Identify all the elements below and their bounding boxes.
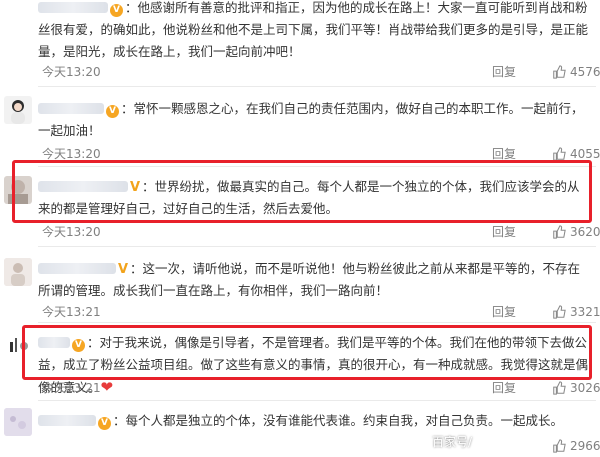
reply-button[interactable]: 回复	[492, 224, 516, 240]
comment-text: 常怀一颗感恩之心，在我们自己的责任范围内，做好自己的本职工作。一起前行，一起加油…	[38, 101, 584, 138]
like-count: 3026	[570, 381, 600, 395]
divider	[38, 246, 596, 247]
comment-time: 今天13:20	[42, 65, 101, 79]
comment-time: 今天13:21	[42, 381, 101, 395]
divider	[38, 322, 596, 323]
reply-button[interactable]: 回复	[492, 304, 516, 320]
verified-badge-icon: V	[110, 4, 123, 17]
comment-item: V ：他感谢所有善意的批评和指正，因为他的成长在路上！大家一直可能听到肖战和粉丝很…	[0, 0, 600, 88]
avatar[interactable]	[4, 408, 32, 436]
avatar[interactable]	[4, 258, 32, 286]
username[interactable]	[38, 263, 116, 274]
comment-body: V ：常怀一颗感恩之心，在我们自己的责任范围内，做好自己的本职工作。一起前行，一起…	[38, 101, 584, 138]
like-button[interactable]: 3620	[552, 224, 600, 240]
thumbs-up-icon	[553, 225, 566, 239]
reply-button[interactable]: 回复	[492, 380, 516, 396]
thumbs-up-icon	[553, 65, 566, 79]
thumbs-up-icon	[553, 381, 566, 395]
thumbs-up-icon	[553, 439, 566, 453]
like-count: 2966	[570, 439, 600, 453]
username[interactable]	[38, 103, 104, 114]
verified-badge-icon: V	[118, 262, 129, 277]
reply-button[interactable]: 回复	[492, 64, 516, 80]
like-count: 4576	[570, 65, 600, 79]
comment-body: V ：这一次，请听他说，而不是听说他！他与粉丝彼此之前从来都是平等的，不存在所谓的…	[38, 261, 581, 298]
highlight-box	[12, 160, 592, 223]
highlight-box	[22, 325, 592, 380]
like-button[interactable]: 3321	[552, 304, 600, 320]
like-count: 3321	[570, 305, 600, 319]
like-button[interactable]: 4576	[552, 64, 600, 80]
comment-meta: 今天13:20 回复 3620	[42, 224, 600, 240]
comment-body: V ：他感谢所有善意的批评和指正，因为他的成长在路上！大家一直可能听到肖战和粉丝很…	[38, 0, 589, 59]
comment-item: V ：常怀一颗感恩之心，在我们自己的责任范围内，做好自己的本职工作。一起前行，一起…	[0, 88, 600, 167]
comment-time: 今天13:21	[42, 305, 101, 319]
verified-badge-icon: V	[106, 105, 119, 118]
comment-meta: 今天13:21 回复 3321	[42, 304, 600, 320]
comment-meta: 今天13:21 回复 3026	[42, 380, 600, 396]
verified-badge-icon: V	[98, 417, 111, 430]
comment-body: V ：每个人都是独立的个体，没有谁能代表谁。约束自我，对自己负责。一起成长。	[38, 410, 590, 432]
thumbs-up-icon	[553, 305, 566, 319]
divider	[38, 400, 596, 401]
watermark: 百家号/	[432, 435, 473, 449]
comment-text: 每个人都是独立的个体，没有谁能代表谁。约束自我，对自己负责。一起成长。	[125, 413, 564, 428]
like-count: 4055	[570, 147, 600, 161]
divider	[38, 86, 596, 87]
like-button[interactable]: 2966	[552, 438, 600, 454]
comment-item: V ：这一次，请听他说，而不是听说他！他与粉丝彼此之前从来都是平等的，不存在所谓的…	[0, 252, 600, 323]
comment-meta: 今天13:20 回复 4576	[42, 64, 600, 80]
comment-meta: 2966	[42, 438, 600, 454]
like-button[interactable]: 3026	[552, 380, 600, 396]
username[interactable]	[38, 415, 96, 426]
comment-time: 今天13:20	[42, 225, 101, 239]
avatar[interactable]	[4, 96, 32, 124]
comment-item: V ：每个人都是独立的个体，没有谁能代表谁。约束自我，对自己负责。一起成长。 29…	[0, 404, 600, 457]
username[interactable]	[38, 2, 108, 13]
like-count: 3620	[570, 225, 600, 239]
thumbs-up-icon	[553, 147, 566, 161]
